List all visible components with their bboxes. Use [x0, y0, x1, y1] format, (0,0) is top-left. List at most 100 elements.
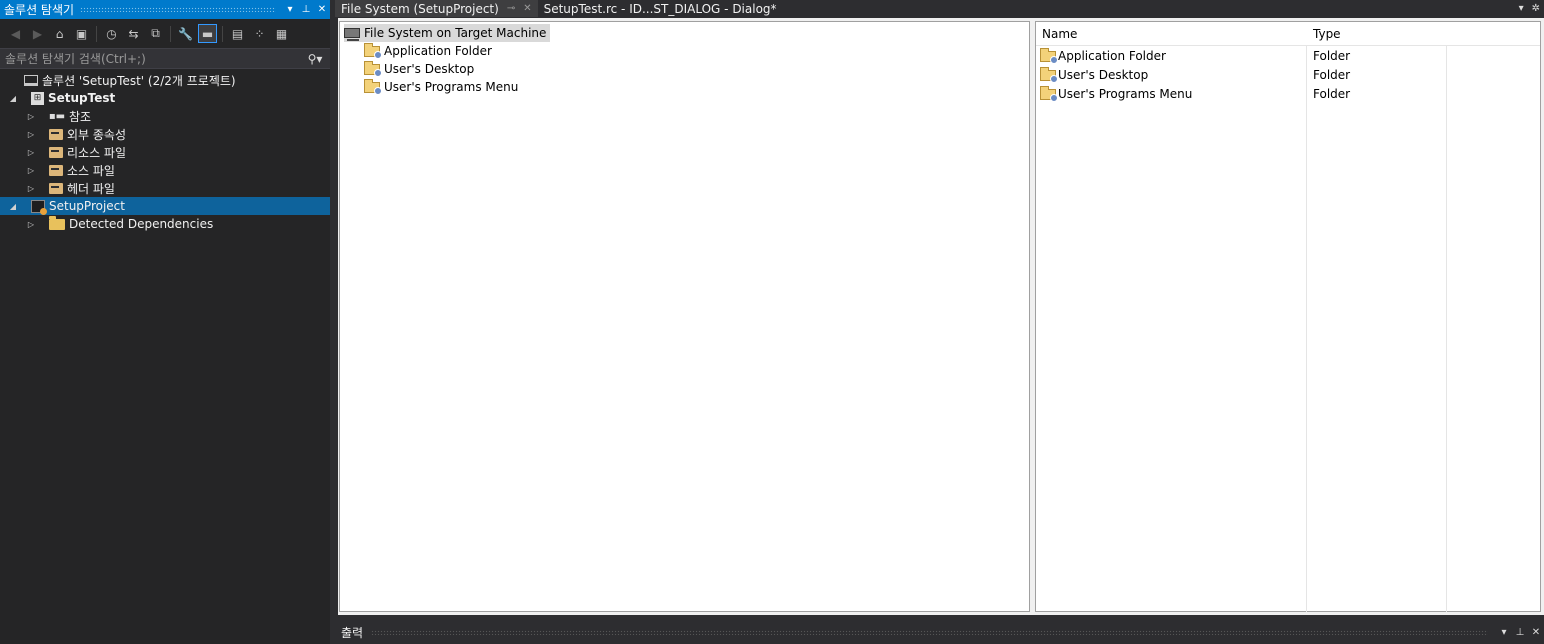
references-icon: ▪▬	[48, 110, 66, 122]
document-tabs: File System (SetupProject) ⊸ ✕ SetupTest…	[335, 0, 1544, 17]
setup-project-icon	[31, 199, 47, 215]
filter-folder-icon	[49, 182, 63, 194]
tab-menu: ▾ ✲	[1504, 0, 1544, 17]
sync-icon[interactable]: ⇆	[124, 24, 143, 43]
special-folder-icon	[1040, 47, 1058, 64]
dropdown-icon[interactable]: ▾	[1496, 624, 1512, 640]
tree-item-source-files[interactable]: ▷ 소스 파일	[0, 161, 330, 179]
pending-changes-filter-icon[interactable]: ◷	[102, 24, 121, 43]
tab-setuptest-rc[interactable]: SetupTest.rc - ID...ST_DIALOG - Dialog*	[538, 0, 783, 17]
tree-item-resource-files[interactable]: ▷ 리소스 파일	[0, 143, 330, 161]
solution-explorer-toolbar: ◀ ▶ ⌂ ▣ ◷ ⇆ ⧉ 🔧 ▬ ▤ ⁘ ▦	[0, 21, 330, 46]
column-divider	[1036, 22, 1307, 612]
pin-icon[interactable]: ⊥	[298, 2, 314, 18]
back-icon[interactable]: ◀	[6, 24, 25, 43]
special-folder-icon	[1040, 85, 1058, 102]
pin-icon[interactable]: ⊥	[1512, 624, 1528, 640]
tree-item-label: 소스 파일	[67, 163, 115, 178]
fs-folder-application[interactable]: Application Folder	[364, 42, 492, 60]
tree-item-setuptest[interactable]: ◢ ⊞ SetupTest	[0, 89, 330, 107]
filter-folder-icon	[49, 146, 63, 158]
collapsed-arrow-icon[interactable]: ▷	[25, 184, 37, 193]
pin-icon[interactable]: ⊸	[507, 3, 515, 14]
tree-item-references[interactable]: ▷ ▪▬ 참조	[0, 107, 330, 125]
list-item-name: User's Programs Menu	[1058, 87, 1193, 101]
close-icon[interactable]: ✕	[523, 3, 531, 14]
collapsed-arrow-icon[interactable]: ▷	[25, 166, 37, 175]
tree-item-detected-deps[interactable]: ▷ Detected Dependencies	[0, 215, 330, 233]
switch-views-icon[interactable]: ▣	[72, 24, 91, 43]
list-item[interactable]: Application Folder Folder	[1040, 47, 1540, 66]
toolbar-separator	[170, 25, 171, 42]
preview-selected-icon[interactable]: ▬	[198, 24, 217, 43]
registry-editor-icon[interactable]: ⁘	[250, 24, 269, 43]
fs-folder-desktop[interactable]: User's Desktop	[364, 60, 474, 78]
special-folder-icon	[1040, 66, 1058, 83]
column-divider	[1307, 22, 1447, 612]
fs-item-label: File System on Target Machine	[364, 26, 547, 40]
cpp-project-icon: ⊞	[31, 91, 44, 105]
expanded-arrow-icon[interactable]: ◢	[7, 202, 19, 211]
search-input[interactable]	[5, 51, 300, 66]
fs-item-label: User's Desktop	[384, 62, 475, 76]
file-list-pane[interactable]: Name Type Application Folder Folder User…	[1035, 21, 1541, 612]
solution-explorer-search[interactable]: ⚲▾	[0, 48, 330, 69]
solution-tree: 솔루션 'SetupTest' (2/2개 프로젝트) ◢ ⊞ SetupTes…	[0, 71, 330, 233]
list-item-type: Folder	[1313, 49, 1351, 63]
close-icon[interactable]: ✕	[314, 2, 330, 18]
file-system-tree-pane[interactable]: File System on Target Machine Applicatio…	[339, 21, 1030, 612]
column-header-name[interactable]: Name	[1042, 27, 1077, 41]
folder-icon	[49, 215, 65, 230]
tab-label: SetupTest.rc - ID...ST_DIALOG - Dialog*	[543, 1, 777, 16]
toolbar-separator	[222, 25, 223, 42]
properties-icon[interactable]: 🔧	[176, 24, 195, 43]
file-system-editor-icon[interactable]: ▤	[228, 24, 247, 43]
tree-item-external-deps[interactable]: ▷ 외부 종속성	[0, 125, 330, 143]
list-item-type: Folder	[1313, 68, 1351, 82]
tab-label: File System (SetupProject)	[341, 1, 499, 16]
list-item[interactable]: User's Programs Menu Folder	[1040, 85, 1540, 104]
file-types-editor-icon[interactable]: ▦	[272, 24, 291, 43]
forward-icon[interactable]: ▶	[28, 24, 47, 43]
tree-item-setupproject[interactable]: ◢ SetupProject	[0, 197, 330, 215]
collapsed-arrow-icon[interactable]: ▷	[25, 220, 37, 229]
solution-icon	[24, 74, 38, 86]
dropdown-icon[interactable]: ▾	[282, 2, 298, 18]
collapsed-arrow-icon[interactable]: ▷	[25, 130, 37, 139]
tab-list-dropdown-icon[interactable]: ▾	[1519, 3, 1524, 14]
solution-explorer-title: 솔루션 탐색기	[4, 3, 75, 17]
fs-item-label: Application Folder	[384, 44, 492, 58]
toolbar-separator	[96, 25, 97, 42]
special-folder-icon	[364, 78, 382, 95]
tree-item-solution[interactable]: 솔루션 'SetupTest' (2/2개 프로젝트)	[0, 71, 330, 89]
home-icon[interactable]: ⌂	[50, 24, 69, 43]
tree-item-label: Detected Dependencies	[69, 217, 214, 231]
gear-icon[interactable]: ✲	[1532, 3, 1540, 14]
fs-root-item[interactable]: File System on Target Machine	[344, 24, 551, 42]
collapsed-arrow-icon[interactable]: ▷	[25, 148, 37, 157]
collapse-all-icon[interactable]: ⧉	[146, 24, 165, 43]
list-item[interactable]: User's Desktop Folder	[1040, 66, 1540, 85]
search-icon[interactable]: ⚲▾	[300, 52, 330, 66]
special-folder-icon	[364, 42, 382, 59]
list-item-name: Application Folder	[1058, 49, 1166, 63]
column-header-type[interactable]: Type	[1313, 27, 1341, 41]
tree-item-label: SetupTest	[48, 91, 116, 105]
filter-folder-icon	[49, 128, 63, 140]
solution-explorer-titlebar: 솔루션 탐색기 ▾ ⊥ ✕	[0, 0, 330, 19]
collapsed-arrow-icon[interactable]: ▷	[25, 112, 37, 121]
tree-item-label: 리소스 파일	[67, 145, 127, 160]
file-system-editor: File System on Target Machine Applicatio…	[338, 18, 1544, 615]
titlebar-grip[interactable]	[80, 7, 276, 12]
output-title: 출력	[341, 625, 364, 640]
fs-folder-programs-menu[interactable]: User's Programs Menu	[364, 78, 518, 96]
close-icon[interactable]: ✕	[1528, 624, 1544, 640]
computer-icon	[344, 28, 360, 41]
tab-file-system[interactable]: File System (SetupProject) ⊸ ✕	[335, 0, 538, 17]
titlebar-grip[interactable]	[371, 629, 1488, 635]
tree-item-header-files[interactable]: ▷ 헤더 파일	[0, 179, 330, 197]
expanded-arrow-icon[interactable]: ◢	[7, 94, 19, 103]
tree-item-label: 외부 종속성	[67, 127, 127, 142]
tree-item-label: 솔루션 'SetupTest' (2/2개 프로젝트)	[42, 73, 236, 88]
tree-item-label: 헤더 파일	[67, 181, 115, 196]
